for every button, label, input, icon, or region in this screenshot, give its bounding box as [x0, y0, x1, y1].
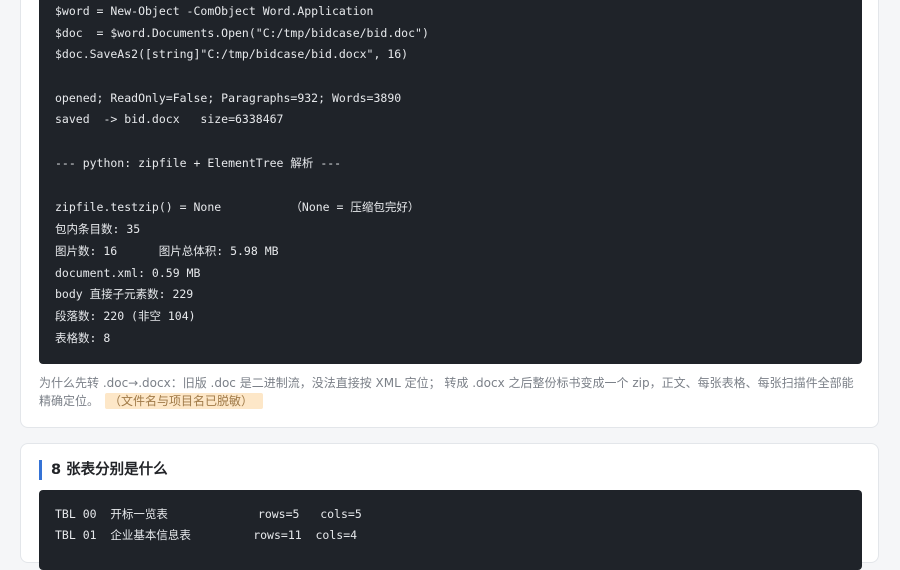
- tables-card: 8 张表分别是什么 TBL 00 开标一览表 rows=5 cols=5 TBL…: [20, 443, 879, 570]
- code-line: --- python: zipfile + ElementTree 解析 ---: [55, 156, 342, 170]
- code-line: TBL 01 企业基本信息表 rows=11 cols=4: [55, 528, 358, 542]
- code-line: $word = New-Object -ComObject Word.Appli…: [55, 4, 374, 18]
- code-line: TBL 00 开标一览表 rows=5 cols=5: [55, 507, 362, 521]
- code-line: 包内条目数: 35: [55, 222, 141, 236]
- conversion-note: 为什么先转 .doc→.docx：旧版 .doc 是二进制流，没法直接按 XML…: [39, 374, 864, 410]
- code-line: 段落数: 220 (非空 104): [55, 309, 196, 323]
- code-line: opened; ReadOnly=False; Paragraphs=932; …: [55, 91, 402, 105]
- code-line: $doc = $word.Documents.Open("C:/tmp/bidc…: [55, 26, 429, 40]
- code-line: saved -> bid.docx size=6338467: [55, 112, 284, 126]
- conversion-log-card: $word = New-Object -ComObject Word.Appli…: [20, 0, 879, 428]
- code-line: 表格数: 8: [55, 331, 111, 345]
- code-line: body 直接子元素数: 229: [55, 287, 194, 301]
- code-line: $doc.SaveAs2([string]"C:/tmp/bidcase/bid…: [55, 47, 409, 61]
- code-line: document.xml: 0.59 MB: [55, 266, 201, 280]
- section-title: 8 张表分别是什么: [51, 462, 168, 478]
- code-line: zipfile.testzip() = None （None = 压缩包完好）: [55, 200, 420, 214]
- code-block-conversion: $word = New-Object -ComObject Word.Appli…: [39, 0, 862, 364]
- redaction-tag: （文件名与项目名已脱敏）: [105, 393, 264, 409]
- section-accent-bar: [39, 460, 42, 480]
- code-line: 图片数: 16 图片总体积: 5.98 MB: [55, 244, 279, 258]
- code-block-tables: TBL 00 开标一览表 rows=5 cols=5 TBL 01 企业基本信息…: [39, 490, 862, 570]
